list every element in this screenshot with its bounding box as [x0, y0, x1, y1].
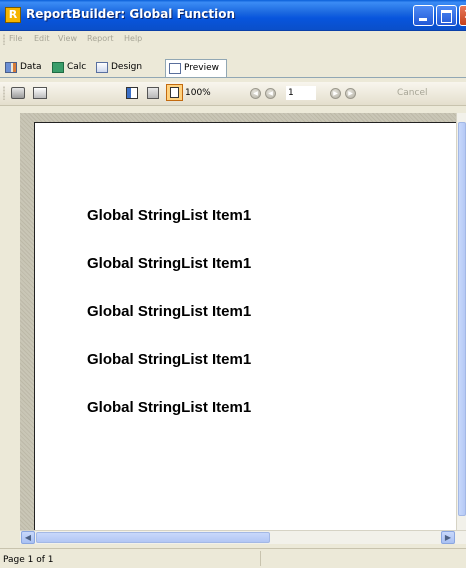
data-icon [5, 62, 17, 73]
tab-preview-label: Preview [184, 63, 220, 73]
cancel-button[interactable]: Cancel [397, 88, 428, 98]
menu-edit[interactable]: Edit [34, 34, 50, 43]
toolbar-grip-icon[interactable] [3, 86, 5, 100]
menu-grip-icon[interactable] [3, 34, 5, 45]
maximize-icon [441, 10, 452, 23]
tab-design[interactable]: Design [93, 59, 143, 77]
scroll-left-icon[interactable]: ◀ [21, 531, 35, 544]
title-bar[interactable]: R ReportBuilder: Global Function ✕ [0, 0, 466, 31]
whole-page-icon[interactable] [126, 87, 138, 99]
page-number-input[interactable] [286, 86, 316, 100]
close-button[interactable]: ✕ [459, 5, 466, 26]
scroll-right-icon[interactable]: ▶ [441, 531, 455, 544]
status-divider [260, 551, 261, 566]
maximize-button[interactable] [436, 5, 457, 26]
minimize-button[interactable] [413, 5, 434, 26]
menu-bar: File Edit View Report Help [0, 31, 466, 48]
status-bar [0, 548, 466, 568]
horizontal-scroll-thumb[interactable] [36, 532, 270, 543]
report-line: Global StringList Item1 [87, 399, 252, 416]
first-page-icon[interactable]: ◀ [250, 88, 261, 99]
preview-icon [169, 63, 181, 74]
prior-page-icon[interactable]: ◀ [265, 88, 276, 99]
tab-calc-label: Calc [67, 62, 87, 72]
tab-divider [0, 77, 466, 78]
page-width-icon[interactable] [147, 87, 159, 99]
report-line: Global StringList Item1 [87, 207, 252, 224]
report-page [34, 122, 456, 542]
print-setup-icon[interactable] [33, 87, 47, 99]
vertical-scroll-thumb[interactable] [458, 122, 466, 516]
next-page-icon[interactable]: ▶ [330, 88, 341, 99]
menu-file[interactable]: File [9, 34, 22, 43]
report-line: Global StringList Item1 [87, 255, 252, 272]
report-line: Global StringList Item1 [87, 351, 252, 368]
calc-icon [52, 62, 64, 73]
menu-view[interactable]: View [58, 34, 77, 43]
tab-data[interactable]: Data [2, 59, 46, 77]
app-icon: R [5, 7, 21, 23]
zoom-level: 100% [185, 88, 211, 98]
tab-preview[interactable]: Preview [165, 59, 227, 78]
menu-help[interactable]: Help [124, 34, 142, 43]
tab-data-label: Data [20, 62, 42, 72]
hundred-percent-icon [170, 87, 179, 98]
menu-report[interactable]: Report [87, 34, 114, 43]
design-icon [96, 62, 108, 73]
last-page-icon[interactable]: ▶ [345, 88, 356, 99]
minimize-icon [419, 18, 427, 21]
tab-calc[interactable]: Calc [49, 59, 89, 77]
report-line: Global StringList Item1 [87, 303, 252, 320]
page-status: Page 1 of 1 [3, 555, 54, 565]
tab-bar: Data Calc Design Preview [0, 51, 466, 78]
hundred-percent-button[interactable] [166, 84, 183, 101]
print-icon[interactable] [11, 87, 25, 99]
tab-design-label: Design [111, 62, 143, 72]
window-title: ReportBuilder: Global Function [26, 7, 236, 21]
